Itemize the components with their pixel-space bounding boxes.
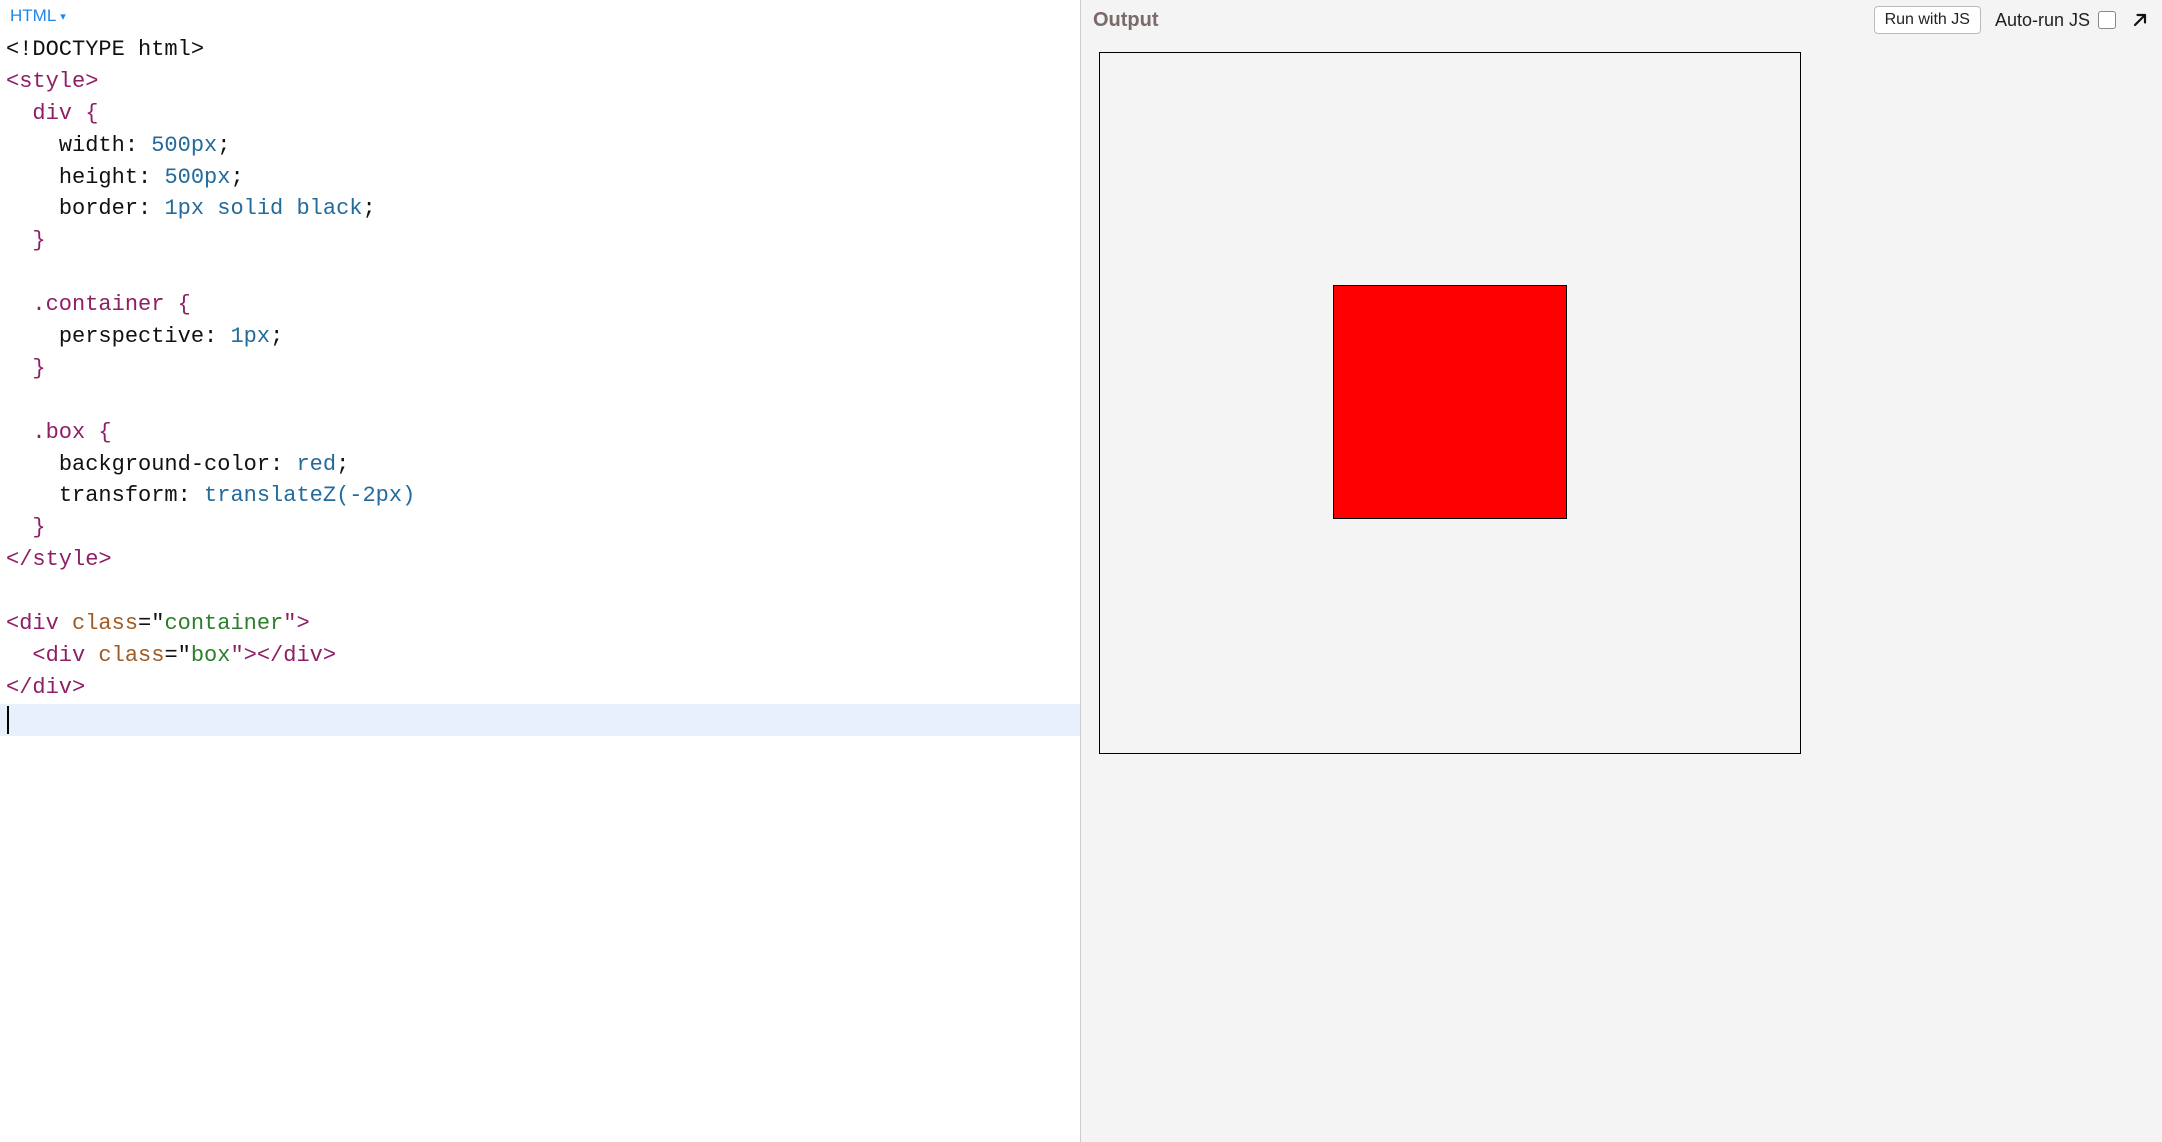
- code-line: perspective: 1px;: [6, 324, 283, 349]
- code-line: <div class="box"></div>: [6, 643, 336, 668]
- code-line: div {: [6, 101, 98, 126]
- chevron-down-icon: ▾: [60, 10, 66, 23]
- run-with-js-button[interactable]: Run with JS: [1874, 6, 1981, 34]
- language-selector[interactable]: HTML ▾: [10, 6, 66, 26]
- code-line: <style>: [6, 69, 98, 94]
- editor-header: HTML ▾: [0, 0, 1080, 30]
- editor-pane: HTML ▾ <!DOCTYPE html> <style> div { wid…: [0, 0, 1081, 1142]
- output-controls: Run with JS Auto-run JS: [1874, 6, 2150, 34]
- code-line: background-color: red;: [6, 452, 349, 477]
- code-line: width: 500px;: [6, 133, 230, 158]
- code-content[interactable]: <!DOCTYPE html> <style> div { width: 500…: [0, 30, 1080, 1142]
- code-line: }: [6, 515, 46, 540]
- code-line: </style>: [6, 547, 112, 572]
- checkbox-icon[interactable]: [2098, 11, 2116, 29]
- app-root: HTML ▾ <!DOCTYPE html> <style> div { wid…: [0, 0, 2162, 1142]
- code-line: border: 1px solid black;: [6, 196, 376, 221]
- code-line: .container {: [6, 292, 191, 317]
- code-editor[interactable]: <!DOCTYPE html> <style> div { width: 500…: [0, 30, 1080, 1142]
- output-pane: Output Run with JS Auto-run JS: [1081, 0, 2162, 1142]
- language-label: HTML: [10, 6, 56, 26]
- code-line: <!DOCTYPE html>: [6, 37, 204, 62]
- preview-box: [1333, 285, 1567, 519]
- code-line: <div class="container">: [6, 611, 310, 636]
- code-line: </div>: [6, 675, 85, 700]
- preview-container: [1099, 52, 1801, 754]
- output-header: Output Run with JS Auto-run JS: [1081, 0, 2162, 40]
- auto-run-js-label: Auto-run JS: [1995, 10, 2090, 31]
- auto-run-js-toggle[interactable]: Auto-run JS: [1995, 10, 2116, 31]
- code-line: transform: translateZ(-2px): [6, 483, 415, 508]
- code-line: .box {: [6, 420, 112, 445]
- code-line: }: [6, 356, 46, 381]
- code-line: }: [6, 228, 46, 253]
- expand-icon[interactable]: [2130, 10, 2150, 30]
- output-title: Output: [1093, 9, 1159, 32]
- code-line: height: 500px;: [6, 165, 244, 190]
- output-body: [1081, 40, 2162, 1142]
